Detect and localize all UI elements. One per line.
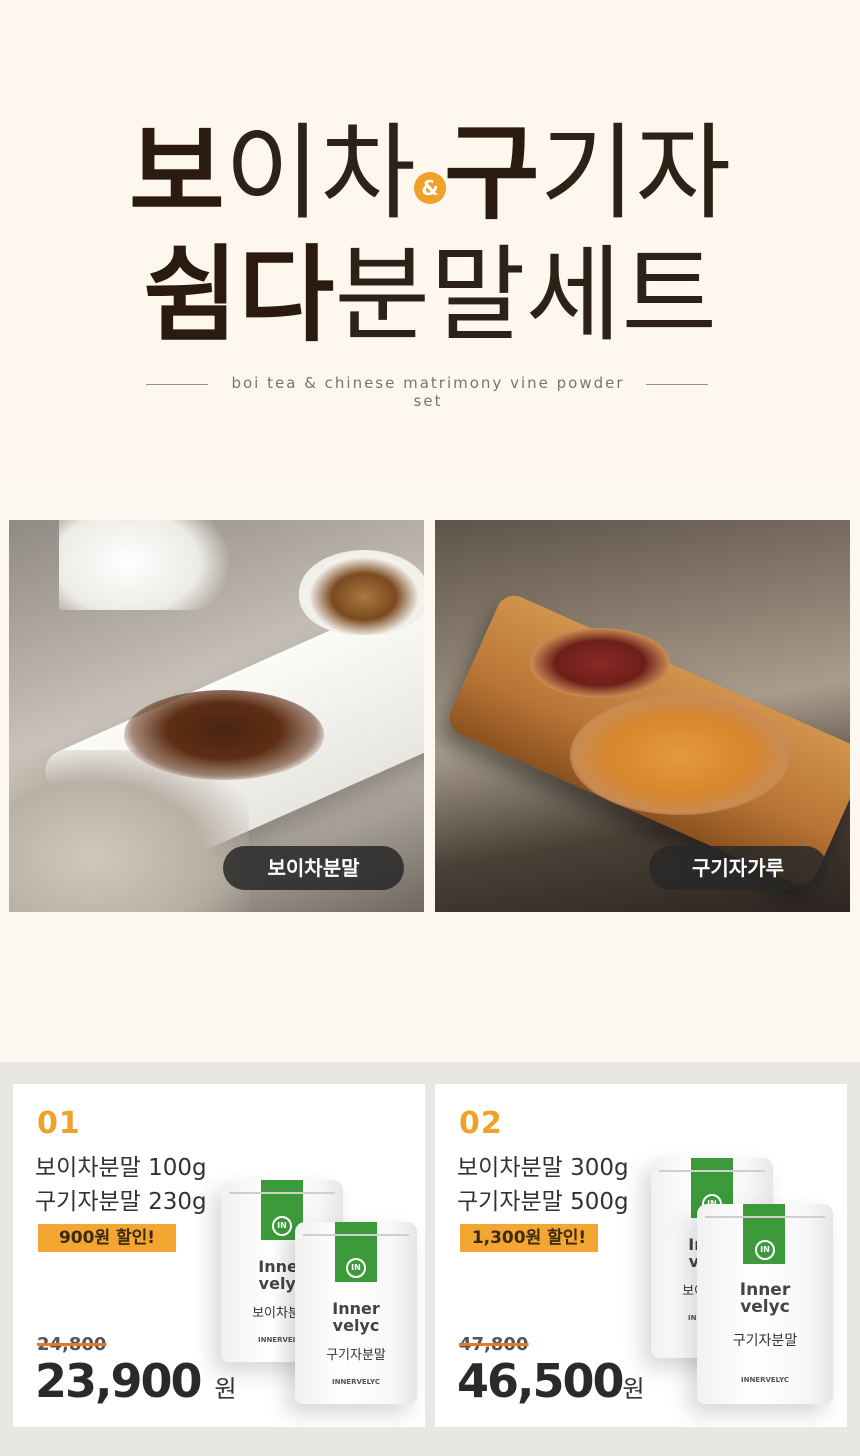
spec-boi-tea: 보이차분말 100g [35, 1155, 207, 1181]
title-line-1: 보이차 &구기자 [0, 100, 860, 238]
tea-cup [299, 550, 424, 635]
option-number: 02 [459, 1106, 503, 1141]
in-logo-icon: IN [272, 1216, 292, 1236]
discount-badge: 900원 할인! [38, 1224, 176, 1252]
ampersand-icon: & [414, 172, 446, 204]
sale-price: 23,900 원 [35, 1354, 237, 1408]
title-word-gija: 기자 [539, 111, 732, 234]
title-word-swipda: 쉼다 [142, 233, 335, 356]
pouch-zipper [659, 1170, 765, 1172]
sale-price-value: 46,500 [457, 1354, 625, 1408]
pouch-maker: INNERVELYC [740, 1376, 790, 1384]
pouch-maker: INNERVELYC [331, 1378, 381, 1386]
hero-section: 보이차 &구기자 쉼다분말세트 boi tea & chinese matrimo… [0, 0, 860, 480]
original-price: 47,800 [459, 1334, 529, 1355]
product-options-section: 01 보이차분말 100g 구기자분말 230g 900원 할인! IN Inn… [0, 1062, 860, 1456]
flower-decoration [59, 520, 229, 610]
in-logo-icon: IN [755, 1240, 775, 1260]
pouch-goji: IN Inner velyc 구기자분말 INNERVELYC [697, 1204, 833, 1404]
original-price: 24,800 [37, 1334, 107, 1355]
subtitle-divider-left [146, 384, 208, 385]
boi-tea-powder-photo: 보이차분말 [9, 520, 424, 912]
title-line-2: 쉼다분말세트 [0, 222, 860, 360]
subtitle-divider-right [646, 384, 708, 385]
currency-unit: 원 [622, 1375, 645, 1403]
pouch-brand: Innervelyc [295, 1300, 417, 1334]
pouch-brand-line2: velyc [332, 1316, 380, 1335]
subtitle-row: boi tea & chinese matrimony vine powder … [0, 372, 860, 410]
spec-goji: 구기자분말 500g [457, 1189, 629, 1215]
currency-unit: 원 [214, 1375, 237, 1403]
in-logo-icon: IN [346, 1258, 366, 1278]
sale-price: 46,500원 [457, 1354, 645, 1408]
pouch-brand: Innervelyc [697, 1282, 833, 1316]
pouch-zipper [229, 1192, 335, 1194]
product-card-02[interactable]: 02 보이차분말 300g 구기자분말 500g 1,300원 할인! IN I… [435, 1084, 847, 1427]
goji-powder-pile [570, 695, 790, 815]
title-word-bunmal-set: 분말세트 [334, 233, 718, 356]
spec-goji: 구기자분말 230g [35, 1189, 207, 1215]
spec-boi-tea: 보이차분말 300g [457, 1155, 629, 1181]
subtitle: boi tea & chinese matrimony vine powder … [231, 374, 625, 410]
photo-label-goji: 구기자가루 [649, 846, 827, 890]
goji-powder-photo: 구기자가루 [435, 520, 850, 912]
discount-badge: 1,300원 할인! [460, 1224, 598, 1252]
tea-powder-pile [124, 690, 324, 780]
pouch-product-name: 구기자분말 [326, 1348, 386, 1363]
pouch-product-name: 구기자분말 [732, 1333, 798, 1349]
dried-goji-berries [530, 628, 670, 698]
photo-label-boi-tea: 보이차분말 [223, 846, 404, 890]
pouch-zipper [705, 1216, 825, 1218]
product-card-01[interactable]: 01 보이차분말 100g 구기자분말 230g 900원 할인! IN Inn… [13, 1084, 425, 1427]
pouch-goji: IN Inner velyc 구기자분말 INNERVELYC [295, 1222, 417, 1404]
pouch-brand-line2: velyc [740, 1297, 790, 1317]
pouch-zipper [303, 1234, 409, 1236]
title-word-bo: 보 [128, 111, 225, 234]
title-word-gu: 구 [444, 111, 540, 234]
sale-price-value: 23,900 [35, 1354, 203, 1408]
option-number: 01 [37, 1106, 81, 1141]
title-word-icha: 이차 [224, 111, 416, 234]
